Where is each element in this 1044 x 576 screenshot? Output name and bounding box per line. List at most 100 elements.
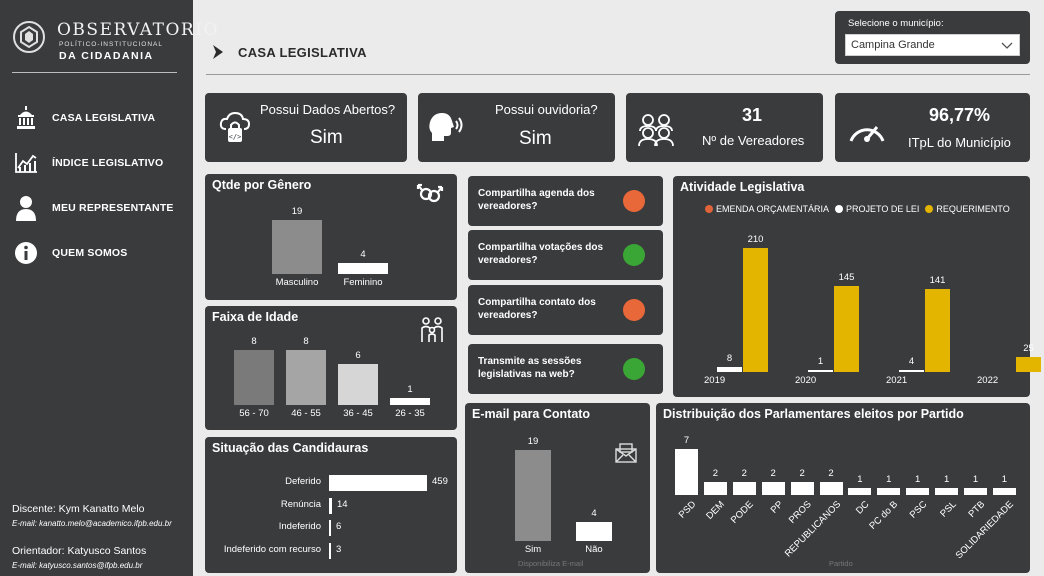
legend-label: EMENDA ORÇAMENTÁRIA (716, 204, 830, 214)
kpi-ouvidoria: Possui ouvidoria? Sim (418, 93, 615, 162)
kpi-dados-abertos: </> Possui Dados Abertos? Sim (205, 93, 407, 162)
status-no-icon (623, 299, 645, 321)
bar (329, 497, 332, 514)
bar (338, 262, 388, 274)
chart-title: Faixa de Idade (212, 310, 299, 324)
category-label: Deferido (285, 476, 321, 487)
transparency-question: Compartilha votações dos vereadores? (478, 242, 604, 266)
category-label: Indeferido (278, 521, 321, 532)
bar (390, 398, 430, 405)
person-icon (12, 195, 40, 221)
legend-swatch (925, 205, 934, 213)
category-label: 26 - 35 (395, 408, 425, 419)
discente-email: E-mail: kanatto.melo@academico.ifpb.edu.… (12, 519, 172, 528)
kpi-title: Possui ouvidoria? (495, 102, 598, 117)
transparency-card: Compartilha contato dos vereadores? (468, 285, 663, 335)
bar (819, 481, 843, 495)
data-label: 8 (303, 336, 309, 347)
nav-indice-legislativo[interactable]: ÍNDICE LEGISLATIVO (12, 148, 190, 178)
vereadores-label: Nº de Vereadores (702, 133, 805, 148)
nav-label: MEU REPRESENTANTE (52, 202, 174, 214)
orientador-email: E-mail: katyusco.santos@ifpb.edu.br (12, 561, 143, 570)
category-label: PC do B (867, 499, 901, 532)
chart-title: Qtde por Gênero (212, 178, 312, 192)
nav-casa-legislativa[interactable]: CASA LEGISLATIVA (12, 103, 190, 133)
nav-quem-somos[interactable]: QUEM SOMOS (12, 238, 190, 268)
legend-label: REQUERIMENTO (936, 204, 1010, 214)
speaking-head-icon (429, 113, 463, 141)
transparency-question: Compartilha contato dos vereadores? (478, 297, 596, 321)
data-label: 6 (336, 521, 342, 532)
bar (761, 481, 785, 495)
data-label: 14 (336, 498, 348, 510)
bar (877, 488, 901, 495)
data-label: 19 (527, 436, 539, 447)
cloud-lock-icon: </> (219, 111, 251, 142)
observatorio-logo: OBSERVATORIO POLÍTICO-INSTITUCIONAL DA C… (12, 18, 217, 68)
legend-item: REQUERIMENTO (925, 204, 1010, 214)
data-label: 210 (747, 234, 764, 245)
municipio-dropdown[interactable]: Campina Grande (845, 34, 1020, 56)
chart-title: E-mail para Contato (472, 407, 591, 421)
bar (848, 488, 872, 495)
bar (808, 370, 833, 372)
data-label: 7 (683, 435, 690, 446)
line-chart-icon (12, 150, 40, 176)
nav-meu-representante[interactable]: MEU REPRESENTANTE (12, 193, 190, 223)
mail-icon (615, 443, 637, 463)
status-yes-icon (623, 358, 645, 380)
data-label: 4 (360, 248, 366, 260)
partidos-chart: Distribuição dos Parlamentares eleitos p… (656, 403, 1030, 573)
category-label: PODE (729, 499, 757, 526)
bar (935, 488, 959, 495)
legend-swatch (835, 205, 844, 213)
data-label: 141 (929, 274, 946, 286)
page-title: CASA LEGISLATIVA (210, 44, 367, 60)
title-divider (206, 74, 1030, 75)
status-yes-icon (623, 244, 645, 266)
orientador-name: Orientador: Katyusco Santos (12, 545, 147, 557)
nav-label: ÍNDICE LEGISLATIVO (52, 157, 164, 169)
category-label: DEM (704, 499, 728, 522)
transparency-card: Compartilha agenda dos vereadores? (468, 176, 663, 226)
chart-title: Distribuição dos Parlamentares eleitos p… (663, 407, 964, 421)
bar (272, 220, 322, 274)
legend-swatch (705, 205, 713, 213)
data-label: 4 (591, 507, 597, 519)
bar (1016, 357, 1041, 372)
bar (286, 350, 326, 405)
bar (329, 542, 331, 559)
email-chart: E-mail para Contato 19 Sim 4 Não Disponibil… (465, 403, 650, 573)
bar (790, 481, 814, 495)
vereadores-count: 31 (742, 105, 763, 125)
legend-item: PROJETO DE LEI (835, 204, 919, 214)
logo-line1: OBSERVATORIO (57, 20, 219, 40)
atividade-chart: Atividade Legislativa EMENDA ORÇAMENTÁRI… (673, 176, 1041, 397)
email-axis-label: Disponibiliza E-mail (518, 559, 584, 568)
kpi-value: Sim (519, 128, 552, 149)
logo-line2: POLÍTICO-INSTITUCIONAL (59, 41, 163, 48)
category-label: Feminino (343, 277, 383, 288)
category-label: Renúncia (280, 498, 321, 510)
category-label: DC (854, 499, 872, 517)
kpi-vereadores: 31 Nº de Vereadores (626, 93, 823, 162)
category-label: 2019 (704, 375, 726, 386)
legend-item: EMENDA ORÇAMENTÁRIA (705, 204, 829, 214)
category-label: Indeferido com recurso (223, 543, 321, 555)
bar (234, 350, 274, 405)
data-label: 19 (291, 206, 303, 217)
bar (703, 481, 727, 495)
idade-chart: Faixa de Idade 8 56 - 70 8 46 - 55 6 36 - 45 1… (205, 306, 457, 430)
transparency-card: Transmite as sessões legislativas na web… (468, 344, 663, 394)
kpi-value: Sim (310, 127, 343, 148)
bar (717, 367, 742, 372)
municipio-label: Selecione o município: (848, 18, 944, 29)
group-people-icon (638, 114, 674, 147)
category-label: Não (585, 544, 603, 555)
category-label: PSC (907, 499, 930, 521)
transparency-card: Compartilha votações dos vereadores? (468, 230, 663, 280)
nav-label: QUEM SOMOS (52, 247, 128, 259)
bar (899, 369, 924, 372)
category-label: 2021 (886, 375, 908, 386)
sidebar-divider (12, 72, 177, 73)
